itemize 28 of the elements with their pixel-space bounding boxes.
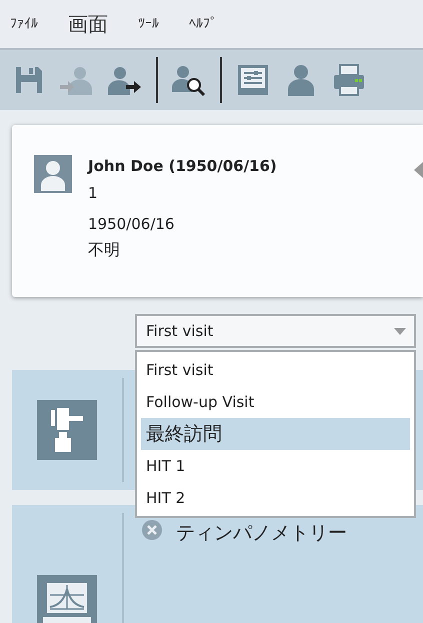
settings-icon xyxy=(237,64,269,96)
toolbar-button[interactable] xyxy=(172,63,206,97)
visit-dropdown[interactable]: First visit xyxy=(135,314,416,348)
patient-id: 1 xyxy=(88,183,99,204)
module-panel[interactable]: ティンパノメトリー xyxy=(12,505,423,623)
menu-item[interactable]: ﾍﾙﾌﾟ xyxy=(189,16,217,32)
user-icon xyxy=(288,64,314,96)
menu-item[interactable]: ﾂｰﾙ xyxy=(138,16,159,32)
dropdown-option[interactable]: 最終訪問 xyxy=(141,418,410,450)
dropdown-option[interactable]: HIT 1 xyxy=(141,450,410,482)
dropdown-option[interactable]: First visit xyxy=(141,354,410,386)
patient-name: John Doe (1950/06/16) xyxy=(88,156,277,177)
module-title: ティンパノメトリー xyxy=(176,521,347,546)
user-arrow-icon xyxy=(60,65,94,95)
caret-icon xyxy=(394,328,406,334)
printer-icon xyxy=(333,64,365,96)
monitor-graph-icon xyxy=(37,575,97,623)
save-icon xyxy=(14,65,44,95)
menu-item[interactable]: 画面 xyxy=(68,10,108,38)
birth-date: 1950/06/16 xyxy=(88,214,176,235)
avatar-icon xyxy=(34,155,72,193)
menu-item[interactable]: ﾌｧｲﾙ xyxy=(10,16,38,32)
collapse-arrow-icon[interactable] xyxy=(414,162,423,178)
otoscope-icon xyxy=(37,400,97,460)
user-search-icon xyxy=(172,64,206,96)
dropdown-option[interactable]: Follow-up Visit xyxy=(141,386,410,418)
user-arrow-icon xyxy=(108,65,142,95)
patient-sex: 不明 xyxy=(88,239,121,261)
